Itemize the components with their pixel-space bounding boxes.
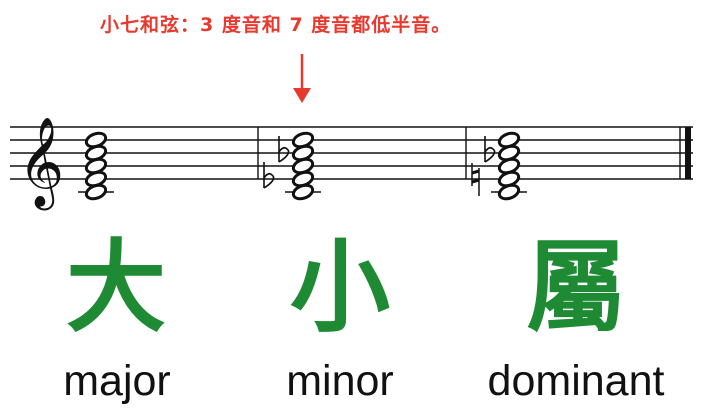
staff-lines [10, 126, 693, 180]
svg-text:𝄞: 𝄞 [18, 117, 64, 211]
chord-label-dominant-english: dominant [487, 357, 665, 405]
chord-label-minor-chinese: 小 [290, 229, 390, 346]
down-arrow-icon [293, 54, 311, 103]
chord-label-minor-english: minor [286, 357, 394, 405]
chord-label-major-english: major [63, 357, 171, 405]
chord-label-dominant-chinese: 屬 [526, 229, 626, 346]
treble-clef-icon: 𝄞 [18, 117, 64, 211]
music-theory-figure: 小七和弦：3 度音和 7 度音都低半音。 𝄞 大 小 屬 major minor… [0, 0, 701, 413]
staff-notation: 𝄞 [10, 54, 693, 211]
chord-label-major-chinese: 大 [66, 229, 166, 346]
